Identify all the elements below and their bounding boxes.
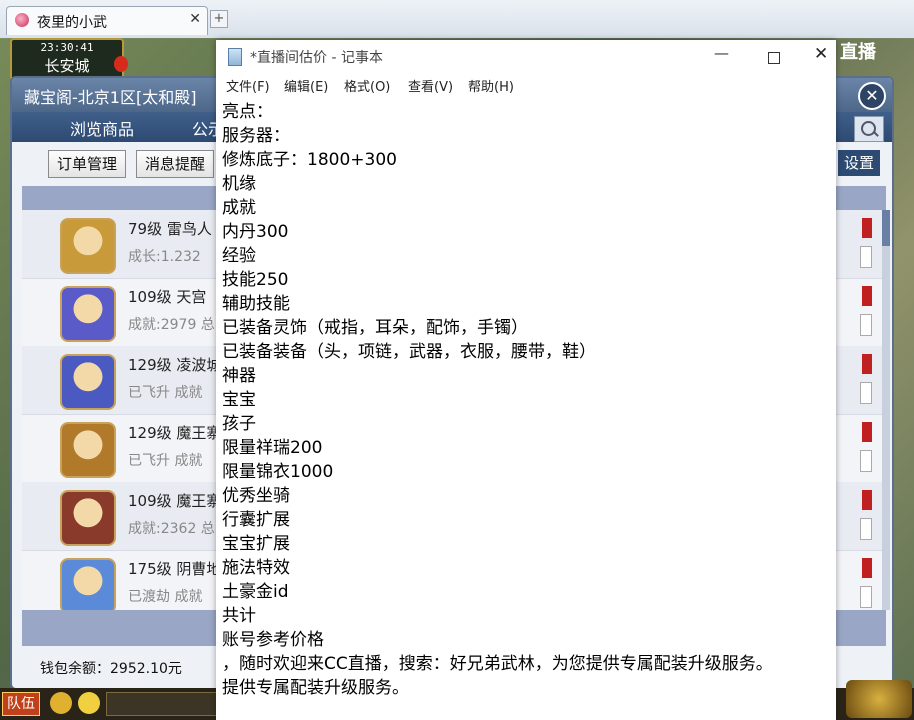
listing-badge [862, 422, 872, 442]
text-line: 内丹300 [222, 222, 289, 242]
text-line: 土豪金id [222, 582, 289, 602]
menu-help[interactable]: 帮助(H) [468, 76, 514, 95]
listing-subtitle: 成就:2362 总 [128, 521, 215, 537]
character-avatar [60, 218, 116, 274]
orders-button[interactable]: 订单管理 [48, 150, 127, 178]
menu-edit[interactable]: 编辑(E) [284, 76, 328, 95]
notepad-title: *直播间估价 - 记事本 [250, 50, 383, 66]
menu-format[interactable]: 格式(O) [344, 76, 390, 95]
text-line: 神器 [222, 366, 256, 386]
lantern-icon [114, 56, 128, 72]
tab-close-icon[interactable]: ✕ [189, 11, 201, 27]
game-menu-icon[interactable] [846, 680, 912, 718]
text-line: 宝宝 [222, 390, 256, 410]
listing-badge [862, 286, 872, 306]
maximize-button[interactable] [768, 52, 780, 64]
emote-icon[interactable] [78, 692, 100, 714]
text-line: 账号参考价格 [222, 630, 324, 650]
listing-title: 109级 天宫 [128, 288, 207, 306]
text-line: 优秀坐骑 [222, 486, 290, 506]
listing-title: 109级 魔王寨 [128, 492, 222, 510]
wallet-balance: 钱包余额：2952.10元 [40, 661, 182, 677]
stream-brand: 直播 [840, 42, 876, 63]
store-title: 藏宝阁-北京1区[太和殿] [24, 88, 197, 107]
text-line: 成就 [222, 198, 256, 218]
listing-title: 129级 凌波城 [128, 356, 222, 374]
menu-view[interactable]: 查看(V) [408, 76, 453, 95]
text-line: 经验 [222, 246, 256, 266]
listing-checkbox[interactable] [860, 586, 872, 608]
text-line: 已装备灵饰（戒指，耳朵，配饰，手镯） [222, 318, 528, 338]
listing-subtitle: 已飞升 成就 [128, 453, 203, 469]
listing-subtitle: 成长:1.232 [128, 249, 201, 265]
store-search-button[interactable] [854, 116, 884, 142]
minimize-button[interactable]: — [714, 44, 729, 62]
text-line: 提供专属配装升级服务。 [222, 678, 409, 698]
close-button[interactable]: ✕ [814, 44, 828, 64]
text-line: 已装备装备（头，项链，武器，衣服，腰带，鞋） [222, 342, 596, 362]
text-line: 施法特效 [222, 558, 290, 578]
text-line: 亮点： [222, 102, 273, 122]
notepad-window: *直播间估价 - 记事本 — ✕ 文件(F) 编辑(E) 格式(O) 查看(V)… [216, 40, 836, 720]
listing-badge [862, 490, 872, 510]
scroll-thumb[interactable] [882, 210, 890, 246]
alerts-button[interactable]: 消息提醒 [136, 150, 215, 178]
text-line: 共计 [222, 606, 256, 626]
listing-title: 175级 阴曹地 [128, 560, 222, 578]
microphone-icon[interactable] [50, 692, 72, 714]
listing-checkbox[interactable] [860, 382, 872, 404]
listing-title: 79级 雷鸟人 [128, 220, 212, 238]
text-line: 宝宝扩展 [222, 534, 290, 554]
character-avatar [60, 286, 116, 342]
listing-subtitle: 已飞升 成就 [128, 385, 203, 401]
text-line: 辅助技能 [222, 294, 290, 314]
listing-badge [862, 218, 872, 238]
nav-browse[interactable]: 浏览商品 [70, 116, 134, 140]
listing-subtitle: 成就:2979 总 [128, 317, 215, 333]
game-city: 长安城 [44, 57, 90, 75]
menu-file[interactable]: 文件(F) [226, 76, 270, 95]
text-line: 服务器： [222, 126, 290, 146]
text-line: 机缘 [222, 174, 256, 194]
notepad-icon [228, 48, 242, 66]
text-line: 孩子 [222, 414, 256, 434]
listing-title: 129级 魔王寨 [128, 424, 222, 442]
listing-checkbox[interactable] [860, 450, 872, 472]
tab-title: 夜里的小武 [37, 15, 107, 31]
text-line: 修炼底子：1800+300 [222, 150, 397, 170]
settings-button[interactable]: 设置 [837, 150, 880, 176]
listing-subtitle: 已渡劫 成就 [128, 589, 203, 605]
character-avatar [60, 490, 116, 546]
browser-tab-strip: 夜里的小武 ✕ + [0, 0, 914, 39]
listing-checkbox[interactable] [860, 246, 872, 268]
listing-badge [862, 354, 872, 374]
text-line: 限量祥瑞200 [222, 438, 323, 458]
new-tab-button[interactable]: + [210, 10, 228, 28]
text-line: 限量锦衣1000 [222, 462, 334, 482]
listing-badge [862, 558, 872, 578]
notepad-text-area[interactable]: 亮点： 服务器： 修炼底子：1800+300 机缘成就内丹300 经验技能250 辅助技能… [222, 100, 828, 712]
listing-checkbox[interactable] [860, 518, 872, 540]
listing-checkbox[interactable] [860, 314, 872, 336]
text-line: ，随时欢迎来CC直播，搜索：好兄弟武林，为您提供专属配装升级服务。 [222, 654, 773, 674]
text-line: 技能250 [222, 270, 289, 290]
text-line: 行囊扩展 [222, 510, 290, 530]
character-avatar [60, 422, 116, 478]
character-avatar [60, 558, 116, 614]
notepad-menubar: 文件(F) 编辑(E) 格式(O) 查看(V) 帮助(H) [216, 72, 836, 98]
game-time: 23:30:41 [40, 41, 94, 54]
chat-input[interactable] [106, 692, 218, 716]
search-icon [861, 121, 876, 136]
store-close-button[interactable]: ✕ [858, 82, 886, 110]
character-avatar [60, 354, 116, 410]
notepad-titlebar: *直播间估价 - 记事本 — ✕ [216, 40, 836, 72]
browser-tab[interactable]: 夜里的小武 ✕ [6, 6, 208, 35]
game-clock: 23:30:41 长安城 [10, 38, 124, 80]
game-favicon-icon [15, 13, 29, 27]
team-button[interactable]: 队伍 [2, 692, 40, 716]
list-scrollbar[interactable] [882, 210, 890, 610]
